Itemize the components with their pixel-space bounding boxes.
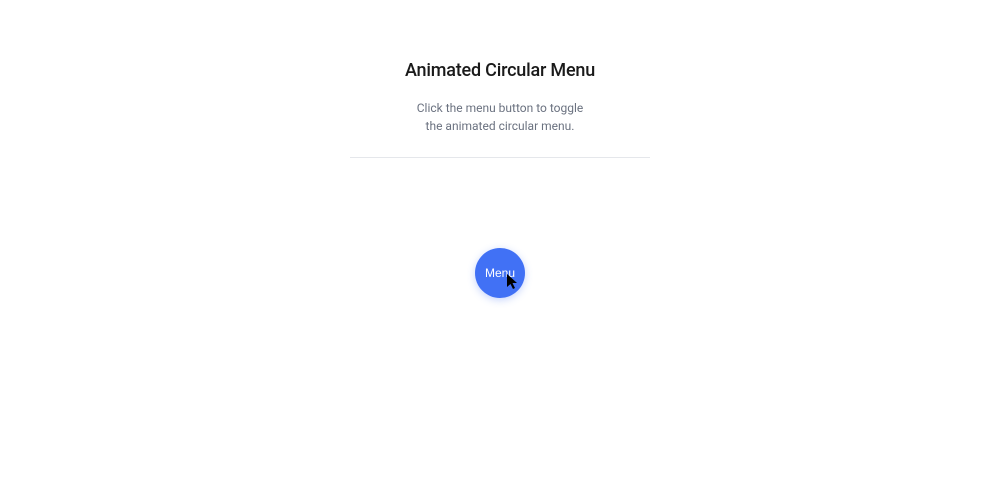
page-description: Click the menu button to toggle the anim… bbox=[417, 99, 584, 135]
main-container: Animated Circular Menu Click the menu bu… bbox=[0, 0, 1000, 298]
description-line-2: the animated circular menu. bbox=[426, 119, 575, 133]
menu-toggle-button[interactable]: Menu bbox=[475, 248, 525, 298]
page-title: Animated Circular Menu bbox=[405, 60, 595, 81]
description-line-1: Click the menu button to toggle bbox=[417, 101, 584, 115]
menu-area: Menu bbox=[475, 248, 525, 298]
divider bbox=[350, 157, 650, 158]
